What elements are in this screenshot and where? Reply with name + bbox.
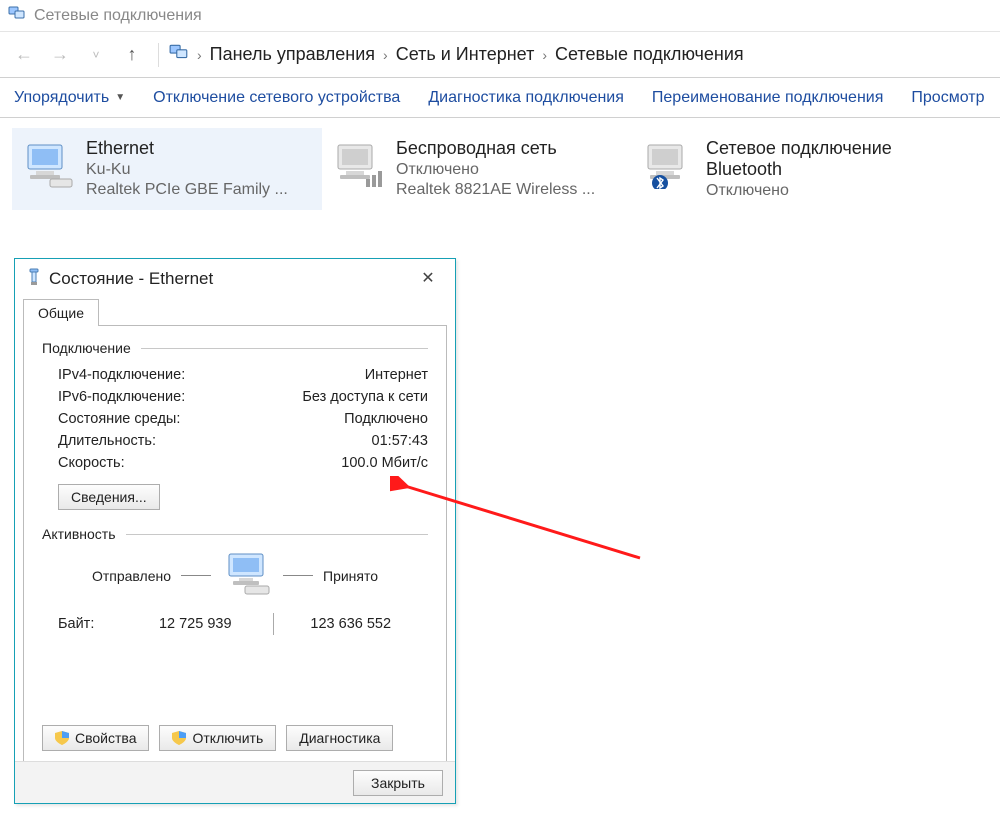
command-bar: Упорядочить▼ Отключение сетевого устройс… xyxy=(0,78,1000,118)
row-media-state: Состояние среды:Подключено xyxy=(42,408,428,430)
tabstrip: Общие xyxy=(15,299,455,326)
connection-adapter-name: Realtek 8821AE Wireless ... xyxy=(396,181,595,199)
bytes-received-value: 123 636 552 xyxy=(274,616,429,632)
separator xyxy=(158,43,159,67)
connections-panel: Ethernet Ku-Ku Realtek PCIe GBE Family .… xyxy=(0,118,1000,210)
disable-device-button[interactable]: Отключение сетевого устройства xyxy=(153,89,400,107)
breadcrumb-network-connections[interactable]: Сетевые подключения xyxy=(555,44,744,65)
bluetooth-adapter-icon xyxy=(642,138,696,192)
shield-icon xyxy=(55,731,69,745)
back-button[interactable]: ← xyxy=(8,39,40,71)
status-icon xyxy=(27,268,41,291)
bytes-sent-value: 12 725 939 xyxy=(118,616,273,632)
diagnose-button[interactable]: Диагностика xyxy=(286,725,393,751)
close-dialog-button[interactable]: Закрыть xyxy=(353,770,443,796)
breadcrumb: Панель управления › Сеть и Интернет › Се… xyxy=(206,40,754,69)
wifi-adapter-icon xyxy=(332,138,386,192)
connection-title: Ethernet xyxy=(86,138,288,159)
window-title: Сетевые подключения xyxy=(34,7,202,25)
tab-general[interactable]: Общие xyxy=(23,299,99,326)
connection-item-ethernet[interactable]: Ethernet Ku-Ku Realtek PCIe GBE Family .… xyxy=(12,128,322,210)
bytes-label: Байт: xyxy=(58,616,118,632)
activity-computer-icon xyxy=(221,552,273,599)
connection-adapter-name: Realtek PCIe GBE Family ... xyxy=(86,181,288,199)
caret-down-icon: ▼ xyxy=(115,92,125,103)
ethernet-adapter-icon xyxy=(22,138,76,192)
details-button[interactable]: Сведения... xyxy=(58,484,160,510)
dialog-footer: Закрыть xyxy=(15,761,455,803)
recent-locations-button[interactable]: ˅ xyxy=(80,39,112,71)
breadcrumb-icon xyxy=(169,43,189,66)
diagnose-connection-button[interactable]: Диагностика подключения xyxy=(428,89,624,107)
activity-visual: Отправлено Принято xyxy=(42,552,428,599)
ethernet-status-dialog: Состояние - Ethernet ✕ Общие Подключение… xyxy=(14,258,456,804)
sent-label: Отправлено xyxy=(92,568,171,584)
connection-title: Сетевое подключение Bluetooth xyxy=(706,138,940,180)
row-ipv6: IPv6-подключение:Без доступа к сети xyxy=(42,386,428,408)
group-connection: Подключение xyxy=(42,340,428,356)
row-speed: Скорость:100.0 Мбит/c xyxy=(42,452,428,474)
organize-menu[interactable]: Упорядочить▼ xyxy=(14,89,125,107)
shield-icon xyxy=(172,731,186,745)
network-connections-icon xyxy=(8,5,26,26)
address-bar: ← → ˅ ↑ › Панель управления › Сеть и Инт… xyxy=(0,32,1000,78)
connection-title: Беспроводная сеть xyxy=(396,138,595,159)
dialog-titlebar[interactable]: Состояние - Ethernet ✕ xyxy=(15,259,455,299)
chevron-right-icon[interactable]: › xyxy=(542,47,547,63)
row-duration: Длительность:01:57:43 xyxy=(42,430,428,452)
forward-button[interactable]: → xyxy=(44,39,76,71)
breadcrumb-network-internet[interactable]: Сеть и Интернет xyxy=(396,44,535,65)
tab-body: Подключение IPv4-подключение:Интернет IP… xyxy=(23,326,447,768)
dialog-title: Состояние - Ethernet xyxy=(49,269,213,289)
connection-item-wifi[interactable]: Беспроводная сеть Отключено Realtek 8821… xyxy=(322,128,632,210)
up-button[interactable]: ↑ xyxy=(116,39,148,71)
rename-connection-button[interactable]: Переименование подключения xyxy=(652,89,883,107)
received-label: Принято xyxy=(323,568,378,584)
window-titlebar: Сетевые подключения xyxy=(0,0,1000,32)
breadcrumb-control-panel[interactable]: Панель управления xyxy=(210,44,375,65)
chevron-right-icon[interactable]: › xyxy=(197,47,202,63)
close-button[interactable]: ✕ xyxy=(407,265,449,291)
connection-status: Отключено xyxy=(706,182,940,200)
chevron-right-icon[interactable]: › xyxy=(383,47,388,63)
view-status-button[interactable]: Просмотр xyxy=(911,89,984,107)
connection-item-bluetooth[interactable]: Сетевое подключение Bluetooth Отключено xyxy=(632,128,952,210)
row-ipv4: IPv4-подключение:Интернет xyxy=(42,364,428,386)
properties-button[interactable]: Свойства xyxy=(42,725,149,751)
group-activity: Активность xyxy=(42,526,428,542)
connection-network-name: Ku-Ku xyxy=(86,161,288,179)
disable-button[interactable]: Отключить xyxy=(159,725,276,751)
connection-status: Отключено xyxy=(396,161,595,179)
